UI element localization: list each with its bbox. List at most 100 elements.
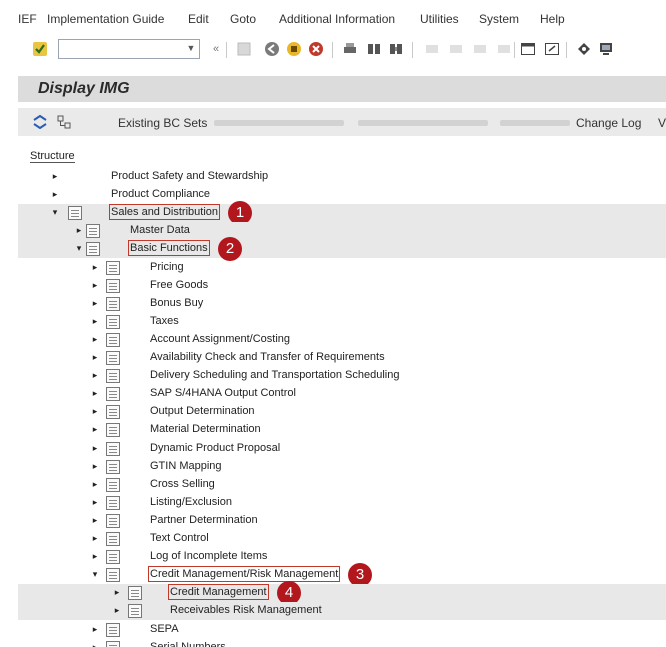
tree-row[interactable]: ▸ Master Data (18, 222, 666, 241)
expand-node-icon[interactable]: ▸ (74, 225, 84, 237)
tree-row[interactable]: ▸ SAP S/4HANA Output Control (18, 385, 666, 403)
tree-node-label[interactable]: Free Goods (150, 279, 208, 291)
tree-row[interactable]: ▾ Credit Management/Risk Management 3 (18, 563, 666, 588)
tree-node-label[interactable]: SEPA (150, 623, 179, 635)
expand-node-icon[interactable]: ▸ (90, 443, 100, 455)
customizing-document-icon[interactable] (106, 405, 120, 420)
monitor-icon[interactable] (598, 41, 614, 57)
more-button[interactable]: V (658, 116, 666, 130)
save-icon[interactable] (236, 41, 252, 57)
tree-row[interactable]: ▸ Product Compliance (18, 186, 666, 204)
customizing-document-icon[interactable] (106, 513, 120, 528)
tree-node-label[interactable]: Product Safety and Stewardship (111, 170, 268, 182)
expand-node-icon[interactable]: ▸ (90, 424, 100, 436)
expand-all-icon[interactable] (32, 114, 48, 130)
tree-node-label[interactable]: Credit Management (168, 584, 269, 601)
tree-node-label[interactable]: Listing/Exclusion (150, 496, 232, 508)
expand-node-icon[interactable]: ▸ (112, 605, 122, 617)
tree-node-label[interactable]: Text Control (150, 532, 209, 544)
tree-row[interactable]: ▸ Product Safety and Stewardship (18, 168, 666, 186)
menu-system[interactable]: System (479, 12, 519, 26)
customizing-document-icon[interactable] (106, 369, 120, 384)
expand-node-icon[interactable]: ▸ (90, 280, 100, 292)
customizing-document-icon[interactable] (106, 495, 120, 510)
customizing-document-icon[interactable] (106, 568, 120, 583)
menu-ief[interactable]: IEF (18, 12, 37, 26)
existing-bc-sets-button[interactable]: Existing BC Sets (118, 116, 207, 130)
expand-node-icon[interactable]: ▸ (90, 334, 100, 346)
expand-node-icon[interactable]: ▸ (90, 624, 100, 636)
tree-node-label[interactable]: Availability Check and Transfer of Requi… (150, 351, 385, 363)
expand-node-icon[interactable]: ▸ (50, 189, 60, 201)
tree-row[interactable]: ▾ Basic Functions 2 (18, 237, 666, 262)
tree-node-label[interactable]: Bonus Buy (150, 297, 203, 309)
menu-additional-information[interactable]: Additional Information (279, 12, 395, 26)
tree-row[interactable]: ▸ Cross Selling (18, 476, 666, 494)
collapse-icon[interactable]: « (208, 41, 224, 57)
customizing-document-icon[interactable] (106, 296, 120, 311)
structure-icon[interactable] (56, 114, 72, 130)
print-icon[interactable] (342, 41, 358, 57)
customizing-document-icon[interactable] (128, 604, 142, 619)
expand-node-icon[interactable]: ▸ (90, 515, 100, 527)
tree-row[interactable]: ▸ Log of Incomplete Items (18, 548, 666, 566)
tree-row[interactable]: ▸ Receivables Risk Management (18, 602, 666, 621)
menu-utilities[interactable]: Utilities (420, 12, 459, 26)
tree-row[interactable]: ▸ Partner Determination (18, 512, 666, 530)
customizing-document-icon[interactable] (106, 351, 120, 365)
tree-node-label[interactable]: Delivery Scheduling and Transportation S… (150, 369, 400, 381)
tree-row[interactable]: ▸ Output Determination (18, 403, 666, 421)
tree-row[interactable]: ▾ Sales and Distribution 1 (18, 201, 666, 226)
expand-node-icon[interactable]: ▸ (90, 406, 100, 418)
tree-row[interactable]: ▸ GTIN Mapping (18, 458, 666, 476)
tree-node-label[interactable]: GTIN Mapping (150, 460, 222, 472)
tree-node-label[interactable]: Basic Functions (128, 240, 210, 257)
check-icon[interactable] (32, 41, 48, 57)
tree-row[interactable]: ▸ Credit Management 4 (18, 581, 666, 606)
menu-edit[interactable]: Edit (188, 12, 209, 26)
customizing-document-icon[interactable] (106, 278, 120, 293)
tree-node-label[interactable]: Product Compliance (111, 188, 210, 200)
customize-icon[interactable] (576, 41, 592, 57)
tree-node-label[interactable]: Dynamic Product Proposal (150, 442, 280, 454)
expand-node-icon[interactable]: ▸ (90, 352, 100, 364)
tree-node-label[interactable]: Output Determination (150, 405, 255, 417)
generate-shortcut-icon[interactable] (544, 41, 560, 57)
customizing-document-icon[interactable] (106, 441, 120, 456)
tree-row[interactable]: ▸ Availability Check and Transfer of Requ… (18, 349, 666, 367)
find-next-icon[interactable] (388, 41, 404, 57)
layout-icon[interactable] (424, 41, 440, 57)
command-field[interactable]: ▼ (58, 39, 200, 59)
expand-node-icon[interactable]: ▸ (90, 461, 100, 473)
tree-node-label[interactable]: Material Determination (150, 423, 261, 435)
tree-node-label[interactable]: SAP S/4HANA Output Control (150, 387, 296, 399)
expand-node-icon[interactable]: ▸ (90, 316, 100, 328)
customizing-document-icon[interactable] (68, 206, 82, 221)
layout-icon[interactable] (496, 41, 512, 57)
tree-row[interactable]: ▸ Text Control (18, 530, 666, 548)
cancel-icon[interactable] (308, 41, 324, 57)
customizing-document-icon[interactable] (106, 314, 120, 329)
expand-node-icon[interactable]: ▸ (90, 533, 100, 545)
collapse-node-icon[interactable]: ▾ (50, 207, 60, 219)
expand-node-icon[interactable]: ▸ (90, 298, 100, 310)
customizing-document-icon[interactable] (106, 550, 120, 565)
new-session-icon[interactable] (520, 41, 536, 57)
tree-row[interactable]: ▸ Listing/Exclusion (18, 494, 666, 512)
tree-node-label[interactable]: Receivables Risk Management (170, 604, 322, 616)
command-dropdown-icon[interactable]: ▼ (185, 43, 197, 55)
customizing-document-icon[interactable] (86, 224, 100, 239)
layout-icon[interactable] (448, 41, 464, 57)
customizing-document-icon[interactable] (128, 586, 142, 601)
expand-node-icon[interactable]: ▸ (112, 587, 122, 599)
expand-node-icon[interactable]: ▸ (90, 388, 100, 400)
expand-node-icon[interactable]: ▸ (90, 370, 100, 382)
customizing-document-icon[interactable] (106, 622, 120, 637)
tree-node-label[interactable]: Log of Incomplete Items (150, 550, 267, 562)
tree-node-label[interactable]: Master Data (130, 224, 190, 236)
tree-node-label[interactable]: Partner Determination (150, 514, 258, 526)
collapse-node-icon[interactable]: ▾ (74, 243, 84, 255)
tree-row[interactable]: ▸ Taxes (18, 313, 666, 331)
customizing-document-icon[interactable] (86, 242, 100, 257)
exit-icon[interactable] (286, 41, 302, 57)
